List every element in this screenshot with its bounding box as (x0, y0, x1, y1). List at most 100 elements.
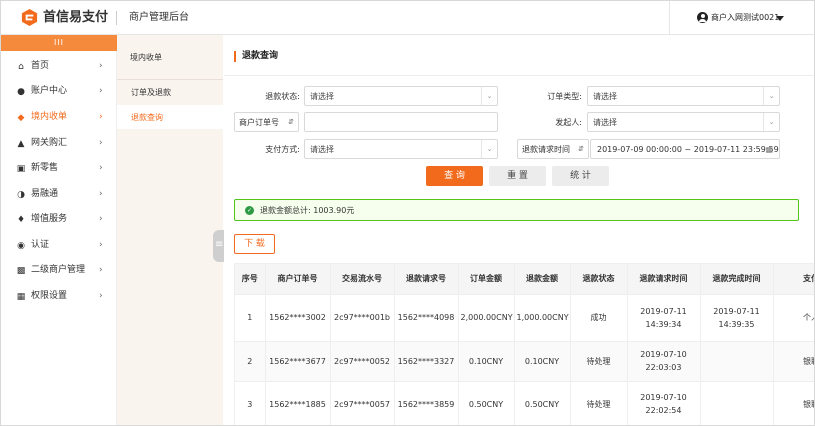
table-cell: 2019-07-11 14:39:34 (627, 294, 701, 342)
diamond-icon: ♦ (16, 215, 26, 225)
sidebar-item-label: 境内收单 (31, 112, 68, 122)
table-cell: 0.50CNY (458, 381, 515, 425)
chevron-down-icon: ⌄ (763, 113, 779, 131)
submenu-panel: 境内收单 订单及退款 退款查询 (117, 35, 223, 425)
permission-icon: ▦ (16, 292, 26, 302)
table-cell: 0.50CNY (514, 381, 571, 425)
column-header: 交易流水号 (330, 264, 395, 295)
table-row: 3 1562****1885 2c97****0057 1562****3859… (235, 381, 814, 425)
caret-down-icon (776, 16, 784, 21)
table-cell: 1562****3677 (265, 341, 331, 382)
refund-status-value: 请选择 (310, 92, 334, 101)
table-cell: 0.10CNY (458, 341, 515, 382)
column-header: 序号 (235, 264, 266, 295)
sidebar-item-label: 易融通 (31, 189, 59, 199)
logo-icon (21, 8, 38, 27)
chevron-down-icon: ⌄ (763, 87, 779, 105)
sidebar-collapse-toggle[interactable]: III (1, 35, 117, 51)
table-row: 1 1562****3002 2c97****001b 1562****4098… (235, 294, 814, 342)
reset-button[interactable]: 重 置 (489, 166, 546, 186)
initiator-select[interactable]: 请选择 ⌄ (587, 112, 780, 132)
chevron-right-icon: › (99, 291, 103, 301)
download-button[interactable]: 下 载 (234, 234, 275, 254)
table-cell: 1562****1885 (265, 381, 331, 425)
chevron-right-icon: › (99, 189, 103, 199)
table-cell: 2c97****0057 (330, 381, 395, 425)
sidebar-item-value-added[interactable]: ♦ 增值服务 › (1, 207, 117, 232)
sidebar-item-certification[interactable]: ◉ 认证 › (1, 233, 117, 258)
sidebar-item-label: 认证 (31, 240, 50, 250)
order-type-select[interactable]: 请选择 ⌄ (587, 86, 780, 106)
table-cell: 1 (235, 294, 266, 342)
table-cell: 银联 (773, 341, 814, 382)
order-no-input[interactable] (304, 112, 498, 132)
table-cell: 1562****3327 (394, 341, 459, 382)
refund-table: 序号 商户订单号 交易流水号 退款请求号 订单金额 退款金额 退款状态 退款请求… (234, 263, 814, 425)
user-icon: ● (17, 87, 25, 97)
submenu-title: 境内收单 (130, 53, 162, 62)
sidebar-item-label: 增值服务 (31, 214, 68, 224)
column-header: 退款金额 (514, 264, 571, 295)
column-header: 支付 (773, 264, 814, 295)
user-menu[interactable]: 商户入网测试0021 (669, 1, 814, 35)
column-header: 退款请求号 (394, 264, 459, 295)
submenu-item-label: 订单及退款 (131, 88, 171, 97)
submenu-item-refund-query[interactable]: 退款查询 (117, 105, 223, 129)
sidebar-item-gateway-fx[interactable]: ▲ 网关购汇 › (1, 131, 117, 156)
table-cell: 2,000.00CNY (458, 294, 515, 342)
chevron-right-icon: › (99, 240, 103, 250)
stats-button[interactable]: 统 计 (552, 166, 609, 186)
pay-method-value: 请选择 (310, 145, 334, 154)
table-cell: 2019-07-10 22:02:54 (627, 381, 701, 425)
title-divider (224, 75, 814, 76)
user-avatar-icon (697, 12, 708, 23)
sidebar-item-sub-merchant[interactable]: ▩ 二级商户管理 › (1, 258, 117, 283)
chevron-right-icon: › (99, 214, 103, 224)
time-type-select[interactable]: 退款请求时间 ⇵ (517, 139, 589, 159)
sidebar-item-home[interactable]: ⌂ 首页 › (1, 54, 117, 79)
column-header: 商户订单号 (265, 264, 331, 295)
date-start: 2019-07-09 00:00:00 (597, 145, 682, 154)
updown-icon: ⇵ (288, 118, 294, 126)
chevron-down-icon: ⌄ (481, 87, 497, 105)
sidebar-item-new-retail[interactable]: ▣ 新零售 › (1, 156, 117, 181)
sidebar-item-label: 网关购汇 (31, 138, 68, 148)
sidebar-item-label: 账户中心 (31, 86, 68, 96)
chevron-right-icon: › (99, 138, 103, 148)
order-type-label: 订单类型: (547, 92, 582, 101)
sidebar-item-yirongtong[interactable]: ◑ 易融通 › (1, 182, 117, 207)
column-header: 退款请求时间 (627, 264, 701, 295)
table-cell: 2c97****001b (330, 294, 395, 342)
column-header: 退款完成时间 (700, 264, 774, 295)
updown-icon: ⇵ (578, 145, 584, 153)
chevron-down-icon: ⌄ (481, 140, 497, 158)
home-icon: ⌂ (18, 62, 24, 72)
check-circle-icon: ✓ (245, 206, 254, 215)
initiator-value: 请选择 (593, 118, 617, 127)
chevron-right-icon: › (99, 163, 103, 173)
column-header: 订单金额 (458, 264, 515, 295)
submenu-item-label: 退款查询 (131, 113, 163, 122)
table-cell: 1562****4098 (394, 294, 459, 342)
order-no-type-select[interactable]: 商户订单号 ⇵ (234, 112, 299, 132)
chevron-right-icon: › (99, 86, 103, 96)
certify-icon: ◉ (17, 241, 25, 251)
table-cell: 待处理 (570, 341, 628, 382)
sidebar-item-domestic-acquiring[interactable]: ◆ 境内收单 › (1, 105, 117, 130)
sidebar-item-label: 二级商户管理 (31, 265, 86, 275)
header-divider (116, 11, 117, 25)
table-cell: 2019-07-10 22:03:03 (627, 341, 701, 382)
sidebar-item-permissions[interactable]: ▦ 权限设置 › (1, 284, 117, 309)
refund-status-select[interactable]: 请选择 ⌄ (304, 86, 498, 106)
sidebar-item-account-center[interactable]: ● 账户中心 › (1, 79, 117, 104)
query-button[interactable]: 查 询 (426, 166, 483, 186)
sidebar-item-label: 新零售 (31, 163, 59, 173)
table-cell: 银联 (773, 381, 814, 425)
pay-method-select[interactable]: 请选择 ⌄ (304, 139, 498, 159)
date-range-picker[interactable]: 2019-07-09 00:00:00 ~ 2019-07-11 23:59:5… (590, 139, 780, 159)
order-type-value: 请选择 (593, 92, 617, 101)
submenu-item-orders-refunds[interactable]: 订单及退款 (117, 80, 223, 104)
page-title: 退款查询 (234, 51, 278, 62)
time-type-value: 退款请求时间 (522, 145, 570, 154)
table-header-row: 序号 商户订单号 交易流水号 退款请求号 订单金额 退款金额 退款状态 退款请求… (235, 264, 814, 295)
